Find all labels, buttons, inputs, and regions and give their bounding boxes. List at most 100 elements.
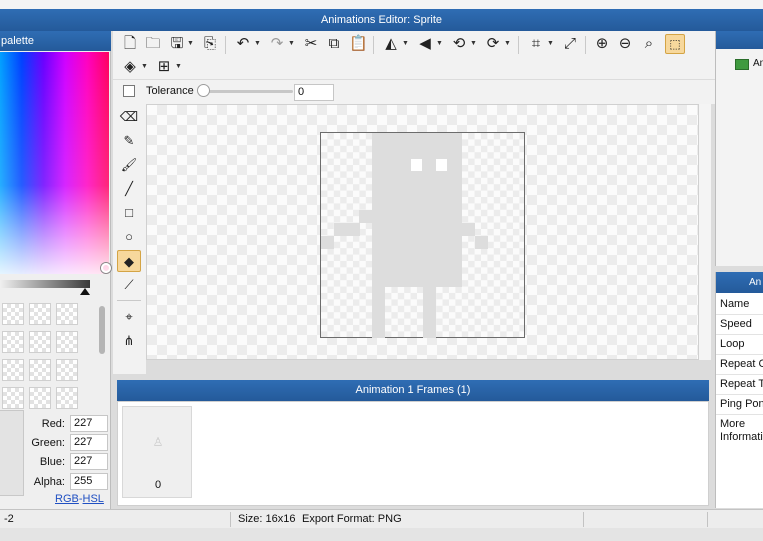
drawing-canvas-area[interactable] — [146, 104, 699, 360]
export-icon[interactable]: ⎘ — [201, 35, 219, 53]
property-repeat-times: Repeat Ti — [720, 378, 763, 390]
undo-dropdown-icon[interactable]: ▼ — [254, 35, 261, 53]
save-icon[interactable]: 🖫 — [168, 35, 186, 53]
rectangle-icon[interactable]: □ — [117, 202, 141, 224]
save-dropdown-icon[interactable]: ▼ — [187, 35, 194, 53]
status-export-format: Export Format: PNG — [302, 513, 402, 525]
alpha-input[interactable]: 255 — [70, 473, 108, 490]
new-file-icon[interactable]: 🗋 — [121, 35, 139, 53]
swatch[interactable] — [56, 303, 78, 325]
layers-icon[interactable]: ◈ — [121, 58, 139, 76]
swatch[interactable] — [29, 387, 51, 409]
top-strip — [0, 0, 763, 9]
ellipse-icon[interactable]: ○ — [117, 226, 141, 248]
swatch[interactable] — [29, 331, 51, 353]
rgb-mode-link[interactable]: RGB — [55, 493, 79, 505]
swatch[interactable] — [2, 359, 24, 381]
cut-icon[interactable]: ✂ — [302, 35, 320, 53]
brightness-slider[interactable] — [0, 280, 90, 288]
rotate-right-dropdown-icon[interactable]: ▼ — [504, 35, 511, 53]
paste-icon[interactable]: 📋 — [349, 35, 368, 53]
window-title: Animations Editor: Sprite — [0, 9, 763, 31]
eyedropper-icon[interactable]: ⟋ — [117, 274, 141, 296]
sprite-left-eye — [411, 159, 422, 171]
grid-dropdown-icon[interactable]: ▼ — [175, 58, 182, 76]
property-speed: Speed — [720, 318, 752, 330]
flip-horizontal-icon[interactable]: ◭ — [382, 35, 400, 53]
tool-separator — [117, 300, 141, 301]
color-picker-marker[interactable] — [101, 263, 111, 273]
sprite-canvas[interactable] — [320, 132, 525, 338]
main-toolbar: 🗋 🗀 🖫 ▼ ⎘ ↶ ▼ ↷ ▼ ✂ ⧉ 📋 ◭ ▼ ◀ ▼ ⟲ ▼ ⟳ ▼ … — [113, 31, 715, 79]
zoom-in-icon[interactable]: ⊕ — [593, 35, 611, 53]
green-input[interactable]: 227 — [70, 434, 108, 451]
fill-bucket-icon[interactable]: ◆ — [117, 250, 141, 272]
brush-icon[interactable]: 🖌 — [117, 154, 141, 176]
bottom-strip — [0, 528, 763, 541]
line-icon[interactable]: ╱ — [117, 178, 141, 200]
zoom-reset-icon[interactable]: ⌕ — [640, 35, 658, 53]
animation-list-item[interactable]: An — [753, 58, 763, 69]
frame-thumbnail[interactable]: ♙ 0 — [122, 406, 192, 498]
swatch[interactable] — [56, 387, 78, 409]
swatch-scrollbar[interactable] — [99, 306, 105, 354]
flip-vertical-dropdown-icon[interactable]: ▼ — [436, 35, 443, 53]
redo-icon[interactable]: ↷ — [268, 35, 286, 53]
tolerance-slider[interactable] — [203, 90, 293, 93]
sprite-left-leg — [372, 287, 385, 338]
status-divider — [230, 512, 231, 527]
rotate-left-dropdown-icon[interactable]: ▼ — [470, 35, 477, 53]
zoom-out-icon[interactable]: ⊖ — [616, 35, 634, 53]
crop-dropdown-icon[interactable]: ▼ — [547, 35, 554, 53]
status-divider — [707, 512, 708, 527]
brightness-slider-handle[interactable] — [80, 288, 90, 295]
tolerance-input[interactable]: 0 — [294, 84, 334, 101]
nodes-icon[interactable]: ⋔ — [117, 330, 141, 352]
open-folder-icon[interactable]: 🗀 — [144, 35, 162, 53]
property-ping-pong: Ping Pong — [720, 398, 763, 410]
tolerance-row: Tolerance 0 — [113, 80, 715, 104]
animations-list-header — [716, 31, 763, 49]
blue-label: Blue: — [39, 456, 65, 468]
property-divider — [716, 334, 763, 335]
toolbar-separator — [518, 36, 519, 54]
redo-dropdown-icon[interactable]: ▼ — [288, 35, 295, 53]
property-more-information: More Informati — [720, 418, 763, 443]
swatch[interactable] — [2, 303, 24, 325]
rotate-right-icon[interactable]: ⟳ — [484, 35, 502, 53]
resize-icon[interactable]: ⤢ — [561, 35, 579, 53]
flip-horizontal-dropdown-icon[interactable]: ▼ — [402, 35, 409, 53]
tolerance-label: Tolerance — [146, 85, 194, 97]
grid-icon[interactable]: ⊞ — [155, 58, 173, 76]
sprite-right-leg — [423, 287, 436, 338]
swatch[interactable] — [56, 331, 78, 353]
status-bar: -2 Size: 16x16 Export Format: PNG — [0, 509, 763, 528]
copy-icon[interactable]: ⧉ — [325, 35, 343, 53]
canvas-scrollbar[interactable] — [699, 104, 711, 360]
crop-icon[interactable]: ⌗ — [527, 35, 545, 53]
flip-vertical-icon[interactable]: ◀ — [416, 35, 434, 53]
swatch[interactable] — [29, 303, 51, 325]
blue-input[interactable]: 227 — [70, 453, 108, 470]
frames-header: Animation 1 Frames (1) — [117, 380, 709, 401]
toolbar-separator — [585, 36, 586, 54]
move-point-icon[interactable]: ⌖ — [117, 306, 141, 328]
frames-panel: ♙ 0 — [117, 401, 709, 506]
swatch[interactable] — [2, 387, 24, 409]
eraser-icon[interactable]: ⌫ — [117, 106, 141, 128]
property-divider — [716, 354, 763, 355]
swatch[interactable] — [29, 359, 51, 381]
selection-mode-icon[interactable] — [123, 85, 135, 97]
layers-dropdown-icon[interactable]: ▼ — [141, 58, 148, 76]
rotate-left-icon[interactable]: ⟲ — [450, 35, 468, 53]
hsl-mode-link[interactable]: HSL — [83, 493, 104, 505]
undo-icon[interactable]: ↶ — [234, 35, 252, 53]
select-tool-icon[interactable]: ⬚ — [665, 34, 685, 54]
pencil-icon[interactable]: ✎ — [117, 130, 141, 152]
swatch[interactable] — [56, 359, 78, 381]
swatch[interactable] — [2, 331, 24, 353]
palette-panel: palette Red: 227 Green: 227 Blue: 227 Al — [0, 31, 111, 509]
red-input[interactable]: 227 — [70, 415, 108, 432]
tolerance-slider-handle[interactable] — [197, 84, 210, 97]
status-coordinate: -2 — [4, 513, 14, 525]
